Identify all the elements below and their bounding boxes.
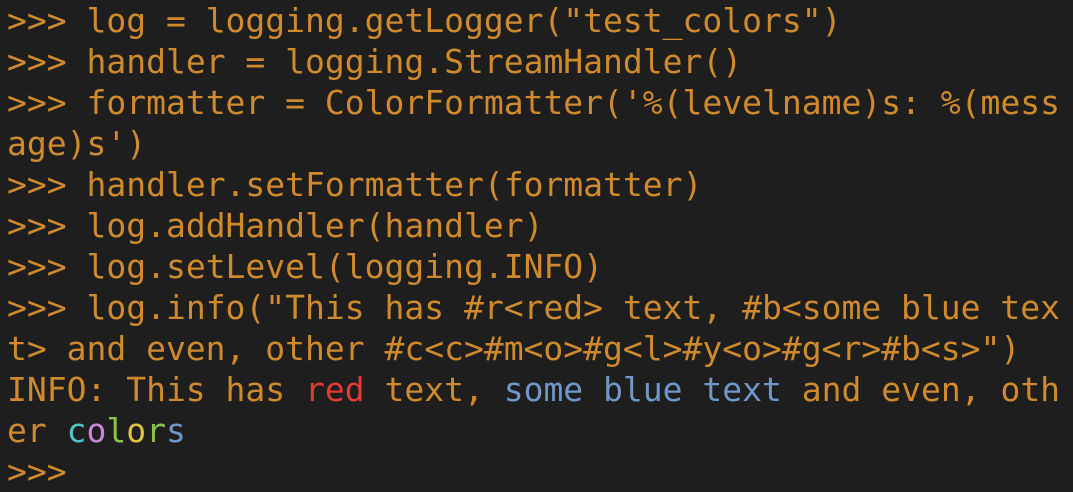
terminal-line: >>> handler.setFormatter(formatter) — [7, 164, 1067, 205]
prompt-marker: >>> — [7, 83, 87, 122]
terminal-line: >>> log.info("This has #r<red> text, #b<… — [7, 287, 1067, 328]
code-line: log.info("This has #r<red> text, #b<some… — [86, 288, 1061, 327]
terminal-line: >>> log = logging.getLogger("test_colors… — [7, 0, 1067, 41]
code-line: t> and even, other #c<c>#m<o>#g<l>#y<o>#… — [7, 329, 1021, 368]
code-line: handler = logging.StreamHandler() — [86, 42, 743, 81]
output-color-letter: r — [146, 411, 166, 450]
output-color-letter: s — [165, 411, 186, 450]
output-red-word: red — [305, 370, 365, 409]
terminal-line-wrapped: age)s') — [7, 123, 1067, 164]
output-blue-word: text — [702, 370, 782, 409]
code-line: formatter = ColorFormatter('%(levelname)… — [86, 83, 1061, 122]
log-output-line-wrapped: er colors — [7, 410, 1067, 451]
output-text: INFO: This has — [7, 370, 306, 409]
prompt-marker: >>> — [7, 42, 87, 81]
terminal-line: >>> handler = logging.StreamHandler() — [7, 41, 1067, 82]
prompt-marker: >>> — [7, 1, 87, 40]
code-line: log.addHandler(handler) — [86, 206, 544, 245]
output-color-letter: o — [86, 411, 107, 450]
terminal-line: >>> log.setLevel(logging.INFO) — [7, 246, 1067, 287]
output-blue-word: some — [503, 370, 584, 409]
prompt-marker: >>> — [7, 288, 87, 327]
output-color-letter: o — [126, 411, 147, 450]
output-blue-space — [583, 370, 603, 409]
output-text: er — [7, 411, 67, 450]
prompt-marker: >>> — [7, 247, 87, 286]
terminal-line: >>> formatter = ColorFormatter('%(leveln… — [7, 82, 1067, 123]
terminal-input-line[interactable]: >>> — [7, 451, 1067, 492]
prompt-marker: >>> — [7, 165, 87, 204]
output-blue-word: blue — [603, 370, 683, 409]
output-color-letter: c — [66, 411, 87, 450]
output-text: text, — [364, 370, 504, 409]
output-blue-space — [683, 370, 703, 409]
code-line: handler.setFormatter(formatter) — [86, 165, 703, 204]
terminal-line-wrapped: t> and even, other #c<c>#m<o>#g<l>#y<o>#… — [7, 328, 1067, 369]
code-line: age)s') — [7, 124, 147, 163]
output-text: and even, oth — [781, 370, 1061, 409]
log-output-line: INFO: This has red text, some blue text … — [7, 369, 1067, 410]
code-line: log.setLevel(logging.INFO) — [86, 247, 604, 286]
prompt-marker: >>> — [7, 206, 87, 245]
final-prompt-marker: >>> — [7, 452, 67, 491]
output-color-letter: l — [106, 411, 127, 450]
terminal-window[interactable]: >>> log = logging.getLogger("test_colors… — [0, 0, 1073, 492]
terminal-line: >>> log.addHandler(handler) — [7, 205, 1067, 246]
code-line: log = logging.getLogger("test_colors") — [86, 1, 842, 40]
